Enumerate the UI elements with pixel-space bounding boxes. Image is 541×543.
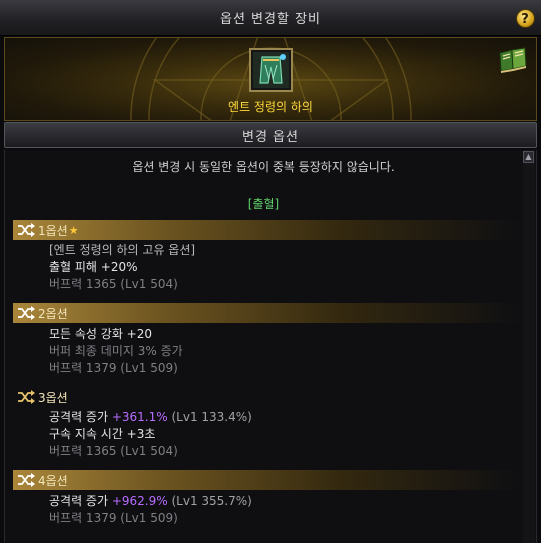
option-1-buff: 버프력 1365 (Lv1 504)	[49, 277, 178, 291]
option-1-label: 1옵션	[38, 223, 68, 238]
option-3-label: 3옵션	[38, 390, 68, 405]
options-panel[interactable]: 옵션 변경 시 동일한 옵션이 중복 등장하지 않습니다. [출혈] ▲ 1옵션…	[4, 150, 537, 543]
option-4-effect-1-name: 공격력 증가	[49, 494, 109, 508]
window-title: 옵션 변경할 장비	[220, 12, 321, 27]
option-4-buff: 버프력 1379 (Lv1 509)	[49, 511, 178, 525]
shuffle-icon[interactable]	[17, 390, 35, 404]
item-name: 엔트 정령의 하의	[228, 100, 313, 114]
option-4-effect-1-value: +962.9%	[111, 494, 168, 508]
option-4-label: 4옵션	[38, 473, 68, 488]
option-3-effect-1-name: 공격력 증가	[49, 410, 109, 424]
change-options-header: 변경 옵션	[4, 122, 537, 148]
option-4-effect-1-lv: (Lv1 355.7%)	[171, 494, 252, 508]
category-label: [출혈]	[247, 197, 280, 211]
option-3-buff: 버프력 1365 (Lv1 504)	[49, 444, 178, 458]
option-3-header[interactable]: 3옵션	[13, 387, 521, 407]
option-3-effect-1: 공격력 증가 +361.1% (Lv1 133.4%)	[49, 408, 252, 425]
notice-text: 옵션 변경 시 동일한 옵션이 중복 등장하지 않습니다.	[132, 160, 395, 174]
shuffle-icon[interactable]	[17, 306, 35, 320]
window-titlebar: 옵션 변경할 장비 ?	[0, 0, 541, 36]
item-icon[interactable]	[249, 48, 293, 92]
shuffle-icon[interactable]	[17, 223, 35, 237]
option-1-header[interactable]: 1옵션 ★	[13, 220, 521, 240]
star-icon: ★	[68, 223, 79, 237]
pants-icon	[253, 52, 289, 88]
scroll-up-button[interactable]: ▲	[523, 151, 534, 163]
option-3-effect-2: 구속 지속 시간 +3초	[49, 427, 156, 441]
book-icon[interactable]	[498, 47, 528, 73]
option-1-effect: 출혈 피해 +20%	[49, 260, 138, 274]
help-button[interactable]: ?	[516, 9, 535, 28]
scrollbar[interactable]	[523, 150, 535, 543]
option-2-buff: 버프력 1379 (Lv1 509)	[49, 361, 178, 375]
option-4-effect-1: 공격력 증가 +962.9% (Lv1 355.7%)	[49, 492, 252, 509]
option-2-effect: 모든 속성 강화 +20	[49, 327, 153, 341]
option-3-effect-1-value: +361.1%	[111, 410, 168, 424]
option-4-header[interactable]: 4옵션	[13, 470, 521, 490]
option-2-sub: 버퍼 최종 데미지 3% 증가	[49, 344, 183, 358]
option-3-effect-1-lv: (Lv1 133.4%)	[171, 410, 252, 424]
section-title: 변경 옵션	[242, 129, 299, 145]
option-1-unique-note: [엔트 정령의 하의 고유 옵션]	[49, 243, 196, 257]
shuffle-icon[interactable]	[17, 473, 35, 487]
option-2-header[interactable]: 2옵션	[13, 303, 521, 323]
item-banner: 엔트 정령의 하의	[4, 37, 537, 121]
option-2-label: 2옵션	[38, 306, 68, 321]
